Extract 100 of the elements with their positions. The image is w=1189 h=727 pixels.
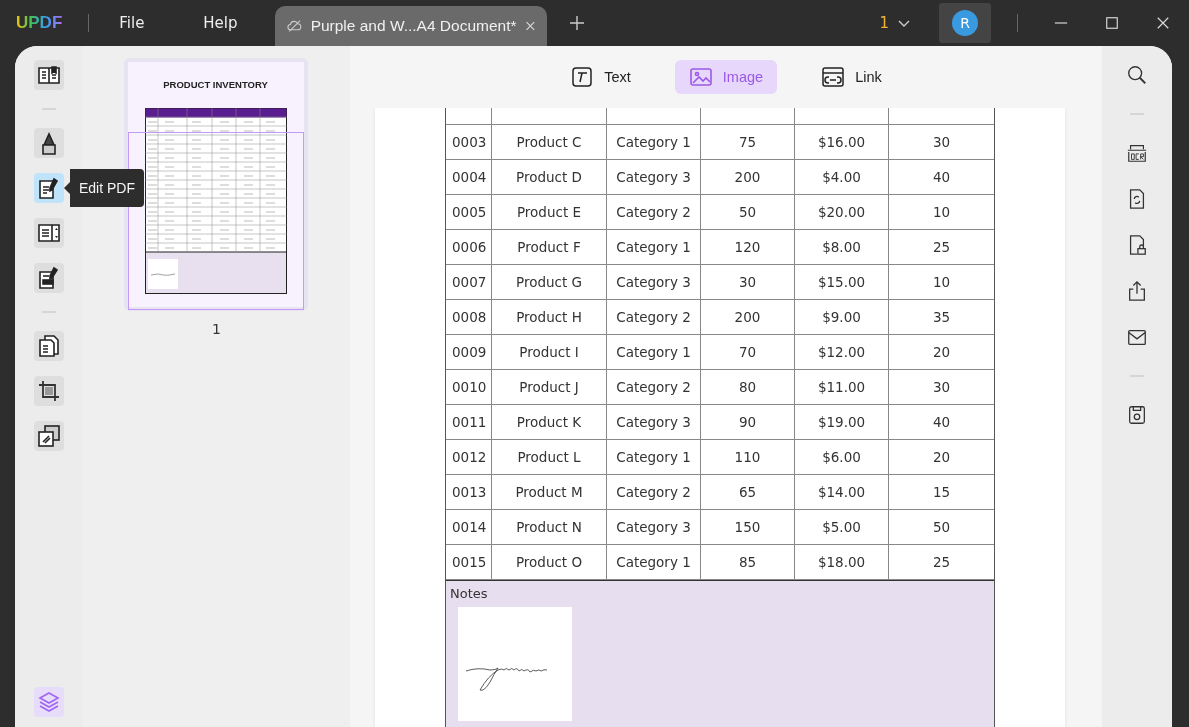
table-cell: Product G <box>492 265 607 299</box>
save-icon[interactable] <box>1126 404 1148 426</box>
table-cell-text: 20 <box>931 343 952 362</box>
menu-item[interactable]: Help <box>203 14 252 32</box>
link-icon <box>821 65 846 89</box>
table-cell-text: 40 <box>931 168 952 187</box>
table-cell: Category 2 <box>607 475 701 509</box>
table-cell: $15.00 <box>795 265 889 299</box>
table-cell: 85 <box>701 545 795 579</box>
reader-tool-button[interactable] <box>34 60 64 90</box>
table-cell: Product K <box>492 405 607 439</box>
redact-tool-button[interactable] <box>34 263 64 293</box>
table-cell: $18.00 <box>795 545 889 579</box>
search-icon[interactable] <box>1126 64 1148 86</box>
image-icon <box>688 65 713 89</box>
table-cell: Category 1 <box>607 545 701 579</box>
crop-tool-button[interactable] <box>34 376 64 406</box>
table-cell: $14.00 <box>795 475 889 509</box>
table-cell: Category 3 <box>607 510 701 544</box>
table-cell: $12.00 <box>795 335 889 369</box>
table-cell: 0008 <box>446 300 492 334</box>
table-cell: $11.00 <box>795 370 889 404</box>
ocr-icon[interactable] <box>1126 142 1148 164</box>
table-cell: 30 <box>701 265 795 299</box>
table-cell: 75 <box>701 125 795 159</box>
table-cell: Category 3 <box>607 160 701 194</box>
table-cell: Category 1 <box>607 230 701 264</box>
thumbnail-title: PRODUCT INVENTORY <box>163 79 268 90</box>
table-cell: $6.00 <box>795 440 889 474</box>
table-cell: 0011 <box>446 405 492 439</box>
organize-tool-button[interactable] <box>34 331 64 361</box>
table-cell: 110 <box>701 440 795 474</box>
link-mode-button[interactable]: Link <box>807 60 896 94</box>
table-cell: $5.00 <box>795 510 889 544</box>
edit-icon <box>37 176 61 200</box>
table-cell: Product N <box>492 510 607 544</box>
tools-tool-button[interactable] <box>34 421 64 451</box>
table-cell: 0014 <box>446 510 492 544</box>
table-cell: 0005 <box>446 195 492 229</box>
edit-tool-button[interactable] <box>34 173 64 203</box>
table-cell: Category 1 <box>607 440 701 474</box>
share-icon[interactable] <box>1126 280 1148 302</box>
crop-icon <box>37 379 61 403</box>
table-cell: 0004 <box>446 160 492 194</box>
table-cell: $8.00 <box>795 230 889 264</box>
organize-icon <box>37 334 61 358</box>
table-cell: Product I <box>492 335 607 369</box>
form-tool-button[interactable] <box>34 218 64 248</box>
maximize-icon[interactable] <box>1105 16 1119 30</box>
table-cell: Category 2 <box>607 300 701 334</box>
table-cell: $9.00 <box>795 300 889 334</box>
table-cell-text: 25 <box>931 238 952 257</box>
table-cell-text: 35 <box>931 308 952 327</box>
table-cell: Category 3 <box>607 405 701 439</box>
page-selector[interactable]: 1 <box>873 13 917 33</box>
table-cell: $19.00 <box>795 405 889 439</box>
table-cell: Category 1 <box>607 335 701 369</box>
table-cell: 120 <box>701 230 795 264</box>
table-cell: Product O <box>492 545 607 579</box>
page-number: 1 <box>212 321 221 337</box>
table-cell: Category 2 <box>607 370 701 404</box>
table-cell: 65 <box>701 475 795 509</box>
layers-button[interactable] <box>34 687 64 717</box>
table-cell-text: 40 <box>931 413 952 432</box>
text-mode-button[interactable]: Text <box>556 60 645 94</box>
notes-label: Notes <box>450 586 488 601</box>
redact-icon <box>37 266 61 290</box>
table-cell: 50 <box>701 195 795 229</box>
table-cell: $16.00 <box>795 125 889 159</box>
table-cell: Product L <box>492 440 607 474</box>
table-cell: Product F <box>492 230 607 264</box>
table-cell: 0015 <box>446 545 492 579</box>
table-cell: Category 3 <box>607 265 701 299</box>
table-cell: 0009 <box>446 335 492 369</box>
table-cell: 90 <box>701 405 795 439</box>
tooltip: Edit PDF <box>64 169 144 207</box>
table-cell-text: 25 <box>931 553 952 572</box>
table-cell: Product E <box>492 195 607 229</box>
table-cell: Product J <box>492 370 607 404</box>
close-icon[interactable] <box>1156 16 1170 30</box>
table-cell: 0007 <box>446 265 492 299</box>
menu-item[interactable]: File <box>119 14 168 32</box>
table-cell-text: 15 <box>931 483 952 502</box>
table-cell-text: 10 <box>931 203 952 222</box>
table-cell: $20.00 <box>795 195 889 229</box>
table-cell: 0003 <box>446 125 492 159</box>
comment-tool-button[interactable] <box>34 128 64 158</box>
form-icon <box>37 221 61 245</box>
table-cell-text: 30 <box>931 378 952 397</box>
table-cell: 0010 <box>446 370 492 404</box>
table-cell: 150 <box>701 510 795 544</box>
add-tab-icon[interactable] <box>569 15 586 31</box>
text-icon <box>570 65 595 89</box>
table-cell: $4.00 <box>795 160 889 194</box>
table-cell: 0013 <box>446 475 492 509</box>
document-tab[interactable]: Purple and W...A4 Document* <box>275 6 548 46</box>
table-cell: 200 <box>701 160 795 194</box>
table-cell: 70 <box>701 335 795 369</box>
table-cell: 0012 <box>446 440 492 474</box>
table-cell: 200 <box>701 300 795 334</box>
